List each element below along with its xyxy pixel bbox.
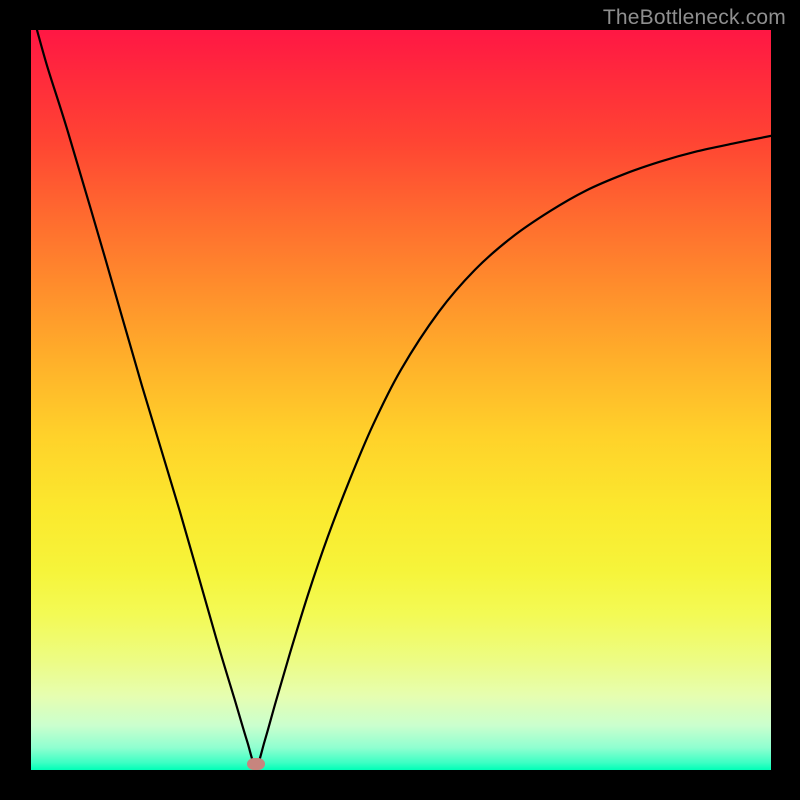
bottleneck-curve [31,30,771,770]
plot-area [31,30,771,770]
watermark-text: TheBottleneck.com [603,6,786,30]
chart-frame: TheBottleneck.com [0,0,800,800]
minimum-marker [247,758,265,770]
